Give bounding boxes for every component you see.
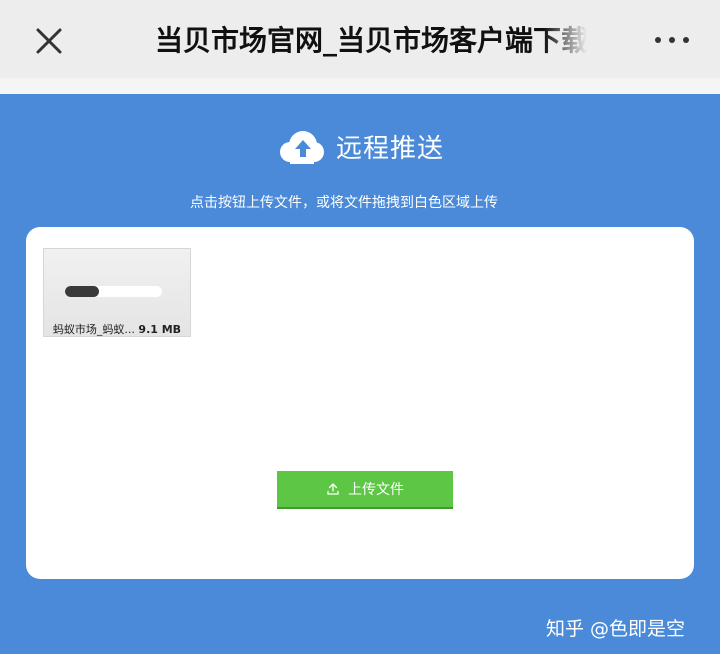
watermark: 知乎 @色即是空 — [546, 618, 686, 640]
top-bar: 当贝市场官网_当贝市场客户端下载 — [0, 0, 720, 78]
panel-heading: 远程推送 — [0, 128, 720, 168]
file-name: 蚂蚁市场_蚂蚁... — [52, 323, 135, 336]
remote-push-panel: 远程推送 点击按钮上传文件，或将文件拖拽到白色区域上传 蚂蚁市场_蚂蚁... 9… — [0, 94, 720, 654]
upload-icon — [327, 483, 339, 495]
bottom-strip — [0, 654, 720, 659]
cloud-upload-icon — [279, 130, 324, 164]
file-meta: 蚂蚁市场_蚂蚁... 9.1 MB — [44, 321, 190, 337]
upload-file-button-label: 上传文件 — [348, 482, 404, 498]
upload-progress-bar — [65, 286, 162, 297]
page-title: 当贝市场官网_当贝市场客户端下载 — [155, 24, 587, 57]
upload-file-button[interactable]: 上传文件 — [277, 471, 453, 509]
upload-progress-fill — [65, 286, 99, 297]
file-size: 9.1 MB — [138, 323, 182, 336]
close-icon[interactable] — [30, 22, 68, 60]
upload-drop-zone[interactable]: 蚂蚁市场_蚂蚁... 9.1 MB 上传文件 — [26, 227, 694, 579]
file-card[interactable]: 蚂蚁市场_蚂蚁... 9.1 MB — [43, 248, 191, 337]
panel-heading-text: 远程推送 — [335, 134, 444, 164]
header-divider — [0, 78, 720, 94]
more-dots-icon[interactable] — [650, 28, 694, 52]
panel-subtitle: 点击按钮上传文件，或将文件拖拽到白色区域上传 — [190, 195, 498, 211]
